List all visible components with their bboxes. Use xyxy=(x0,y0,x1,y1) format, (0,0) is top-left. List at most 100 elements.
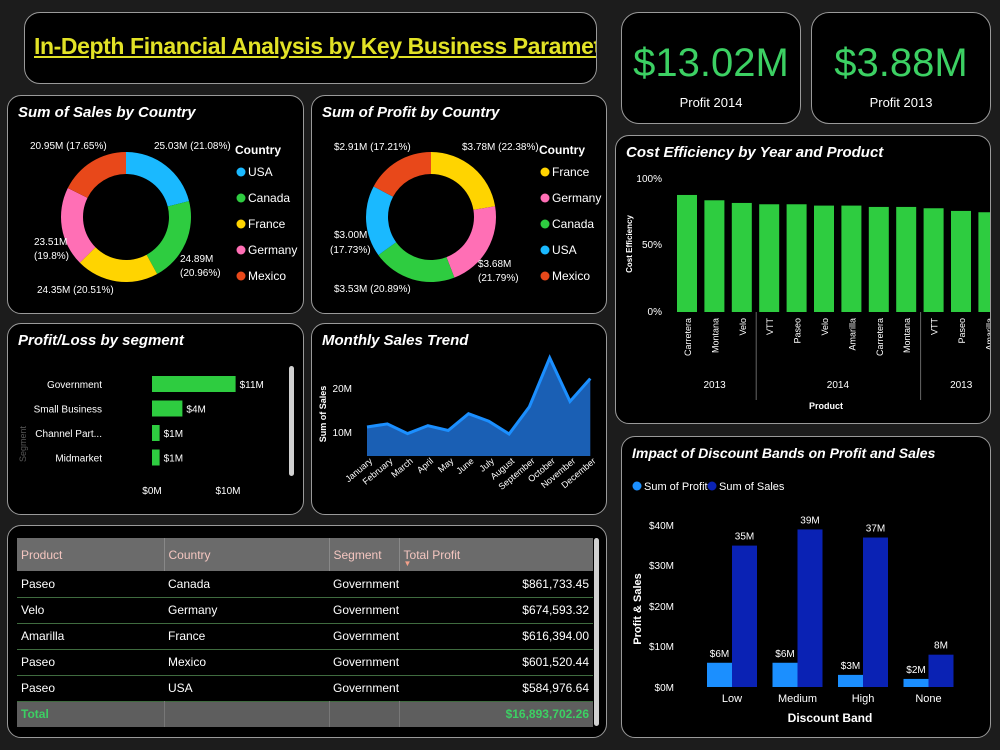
cost-efficiency-bar[interactable] xyxy=(841,205,862,312)
y-tick-50: 50% xyxy=(642,240,662,251)
scrollbar[interactable] xyxy=(289,366,294,476)
segment-bar-chart[interactable]: Segment Government $11M Small Business $4M C… xyxy=(8,324,304,515)
sales-donut-chart[interactable]: 25.03M (21.08%) 24.89M (20.96%) 24.35M (… xyxy=(8,96,304,314)
data-label-mexico: $2.91M (17.21%) xyxy=(334,142,411,153)
profit-by-segment-card[interactable]: Profit/Loss by segment Segment Governmen… xyxy=(7,323,304,515)
sort-desc-icon[interactable]: ▼ xyxy=(404,559,412,568)
data-label-germany-pct: (21.79%) xyxy=(478,273,519,284)
legend-marker-usa xyxy=(236,167,246,177)
data-label-france: 24.35M (20.51%) xyxy=(37,285,114,296)
legend-label-germany[interactable]: Germany xyxy=(248,243,297,257)
sales-bar[interactable] xyxy=(732,545,757,687)
table-row[interactable]: Paseo USA Government $584,976.64 xyxy=(17,675,593,701)
legend-label-mexico[interactable]: Mexico xyxy=(248,269,286,283)
segment-bar[interactable] xyxy=(152,449,160,466)
legend-label-canada[interactable]: Canada xyxy=(248,191,290,205)
segment-bar-label: $1M xyxy=(164,454,183,465)
cell-total-profit: $616,394.00 xyxy=(522,629,589,643)
profit-bar[interactable] xyxy=(838,674,863,687)
x-tick-product: Montana xyxy=(902,318,912,353)
column-header-segment[interactable]: Segment xyxy=(329,538,400,571)
cell-total-profit: $601,520.44 xyxy=(522,655,589,669)
y-axis-title: Profit & Sales xyxy=(632,573,644,645)
data-label-canada: 24.89M xyxy=(180,254,213,265)
legend-marker-profit xyxy=(632,481,642,491)
donut-slice-mexico[interactable] xyxy=(67,152,126,198)
data-label-germany-pct: (19.8%) xyxy=(34,251,69,262)
x-tick-10: $10M xyxy=(215,486,240,497)
sales-bar[interactable] xyxy=(797,529,823,687)
cell-country: Germany xyxy=(168,603,218,617)
discount-bar-chart[interactable]: Sum of Profit Sum of Sales Profit & Sale… xyxy=(622,437,991,738)
legend-marker-france xyxy=(236,219,246,229)
legend-label-usa[interactable]: USA xyxy=(248,165,273,179)
donut-slice-canada[interactable] xyxy=(378,242,455,282)
cell-country: France xyxy=(168,629,206,643)
column-header-total-profit[interactable]: Total Profit ▼ xyxy=(399,538,593,571)
chart-title: Impact of Discount Bands on Profit and S… xyxy=(632,445,936,461)
profit-donut-chart[interactable]: $3.78M (22.38%) $3.68M (21.79%) $3.53M (… xyxy=(312,96,607,314)
cost-efficiency-bar[interactable] xyxy=(731,202,752,312)
profit-table-card[interactable]: Product Country Segment Total Profit ▼ P… xyxy=(7,525,607,738)
segment-label: Government xyxy=(47,380,102,391)
legend-label-france[interactable]: France xyxy=(248,217,286,231)
donut-slice-france[interactable] xyxy=(79,247,158,282)
profit-bar[interactable] xyxy=(707,662,732,687)
cost-efficiency-bar[interactable] xyxy=(896,206,917,312)
sales-by-country-card[interactable]: Sum of Sales by Country 25.03M (21.08%) … xyxy=(7,95,304,314)
segment-bar[interactable] xyxy=(152,400,183,417)
cost-efficiency-bar[interactable] xyxy=(923,208,944,312)
x-tick-product: Velo xyxy=(820,318,830,336)
cell-product: Velo xyxy=(21,603,45,617)
column-header-product[interactable]: Product xyxy=(17,538,165,571)
cost-efficiency-card[interactable]: Cost Efficiency by Year and Product Cost… xyxy=(615,135,991,424)
sales-bar[interactable] xyxy=(928,654,954,687)
cost-efficiency-bar-chart[interactable]: Cost Efficiency 100% 50% 0% Carretera Mon… xyxy=(616,136,991,424)
x-tick-product: Montana xyxy=(710,318,720,353)
y-tick-10m: $10M xyxy=(649,642,674,653)
monthly-sales-card[interactable]: Monthly Sales Trend Sum of Sales 20M 10M… xyxy=(311,323,607,515)
cell-country: Canada xyxy=(168,576,211,591)
legend-label-mexico[interactable]: Mexico xyxy=(552,269,590,283)
table-row[interactable]: Velo Germany Government $674,593.32 xyxy=(17,597,593,623)
legend-label-canada[interactable]: Canada xyxy=(552,217,594,231)
table-header-row: Product Country Segment Total Profit ▼ xyxy=(17,538,593,571)
table-row[interactable]: Amarilla France Government $616,394.00 xyxy=(17,623,593,649)
donut-slice-mexico[interactable] xyxy=(373,152,431,197)
legend-label-usa[interactable]: USA xyxy=(552,243,577,257)
profit-by-country-card[interactable]: Sum of Profit by Country $3.78M (22.38%)… xyxy=(311,95,607,314)
donut-slice-france[interactable] xyxy=(431,152,496,210)
legend-label-france[interactable]: France xyxy=(552,165,590,179)
cell-segment: Government xyxy=(333,655,400,669)
cost-efficiency-bar[interactable] xyxy=(814,205,834,312)
cost-efficiency-bar[interactable] xyxy=(786,204,807,312)
monthly-area-chart[interactable]: Sum of Sales 20M 10M JanuaryFebruaryMarc… xyxy=(312,324,607,515)
cost-efficiency-bar[interactable] xyxy=(868,206,889,312)
table-scrollbar[interactable] xyxy=(594,538,599,726)
y-axis-title: Cost Efficiency xyxy=(625,215,634,273)
x-group-year: 2014 xyxy=(827,380,850,391)
discount-bands-card[interactable]: Impact of Discount Bands on Profit and S… xyxy=(621,436,991,738)
kpi-label: Profit 2014 xyxy=(679,95,743,110)
segment-bar[interactable] xyxy=(152,376,236,392)
profit-bar[interactable] xyxy=(772,662,798,687)
table-row[interactable]: Paseo Mexico Government $601,520.44 xyxy=(17,649,593,675)
segment-bar-label: $11M xyxy=(240,380,264,391)
legend-label-germany[interactable]: Germany xyxy=(552,191,601,205)
cost-efficiency-bar[interactable] xyxy=(677,194,697,312)
donut-slice-usa[interactable] xyxy=(126,152,190,207)
profit-bar-label: $3M xyxy=(841,661,860,672)
profit-bar[interactable] xyxy=(903,678,929,687)
table-row[interactable]: Paseo Canada Government $861,733.45 xyxy=(17,571,593,597)
x-tick-month: June xyxy=(454,456,475,476)
sales-bar[interactable] xyxy=(863,537,888,687)
column-header-country[interactable]: Country xyxy=(164,538,330,571)
segment-bar[interactable] xyxy=(152,425,160,441)
x-tick-product: Paseo xyxy=(793,318,803,344)
cell-total-profit: $861,733.45 xyxy=(522,576,589,591)
cost-efficiency-bar[interactable] xyxy=(759,204,780,312)
cost-efficiency-bar[interactable] xyxy=(704,200,725,312)
cost-efficiency-bar[interactable] xyxy=(978,212,991,312)
x-tick-product: Carretera xyxy=(875,318,885,356)
cost-efficiency-bar[interactable] xyxy=(951,210,971,312)
